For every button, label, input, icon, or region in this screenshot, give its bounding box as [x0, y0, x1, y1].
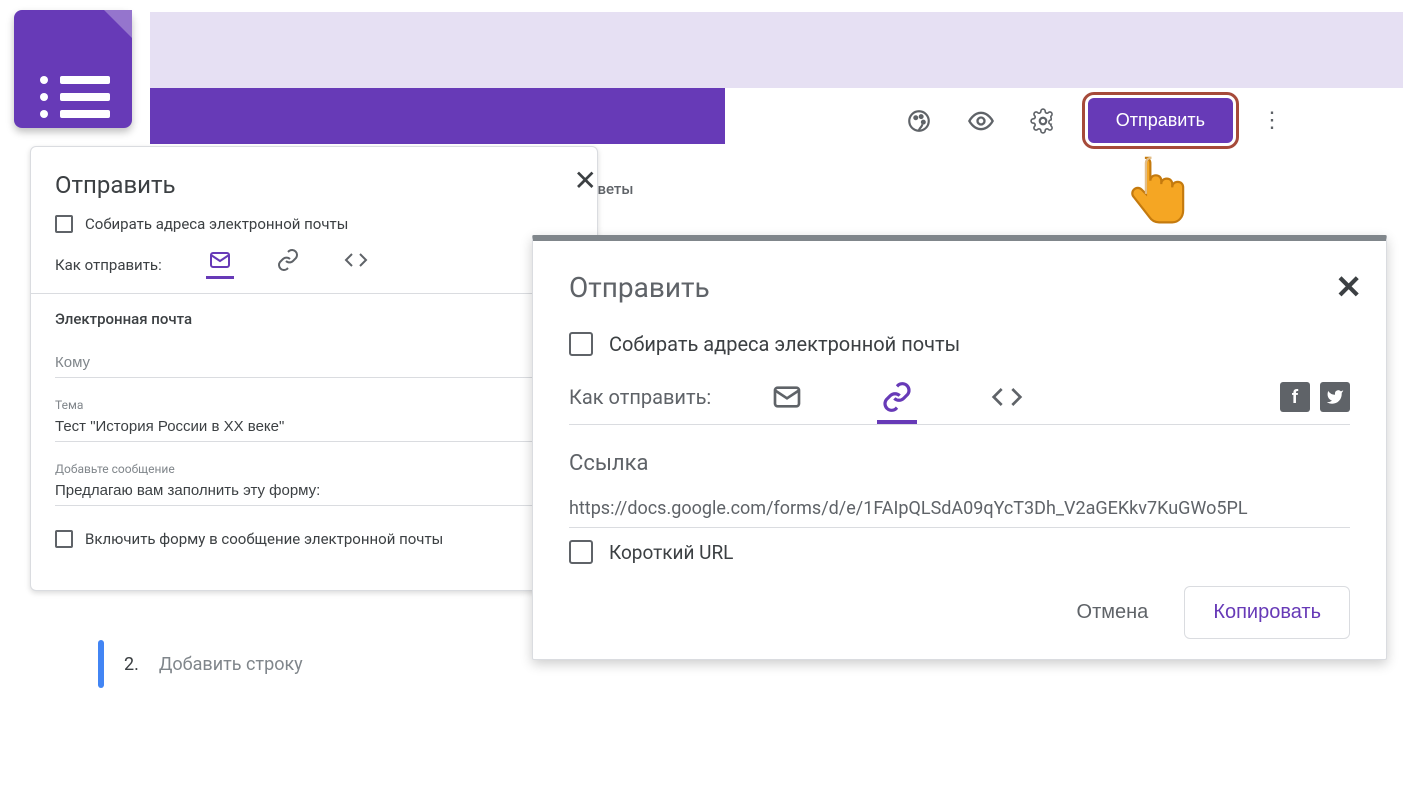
eye-icon[interactable]: [964, 104, 998, 138]
send-dialog-email: Отправить ✕ Собирать адреса электронной …: [30, 146, 598, 591]
short-url-checkbox[interactable]: [569, 540, 593, 564]
to-field[interactable]: [55, 350, 573, 378]
dialog-title: Отправить: [569, 271, 1350, 304]
form-header-bar: [150, 88, 725, 144]
instruction-step: 2. Добавить строку: [98, 640, 303, 688]
link-url-value[interactable]: https://docs.google.com/forms/d/e/1FAIpQ…: [569, 498, 1350, 528]
collect-emails-checkbox[interactable]: [569, 332, 593, 356]
message-label: Добавьте сообщение: [55, 462, 573, 476]
short-url-label: Короткий URL: [609, 541, 733, 564]
gear-icon[interactable]: [1026, 104, 1060, 138]
copy-button[interactable]: Копировать: [1184, 586, 1350, 639]
message-field[interactable]: [55, 478, 573, 506]
embed-icon[interactable]: [987, 384, 1027, 424]
twitter-icon[interactable]: [1320, 382, 1350, 412]
step-text: Добавить строку: [159, 654, 303, 675]
email-icon[interactable]: [767, 384, 807, 424]
collect-emails-checkbox[interactable]: [55, 215, 73, 233]
send-button[interactable]: Отправить: [1088, 98, 1233, 143]
google-forms-icon: [14, 10, 132, 128]
cancel-button[interactable]: Отмена: [1057, 589, 1169, 636]
email-section-title: Электронная почта: [31, 310, 597, 350]
top-toolbar: Отправить ⋮: [902, 98, 1283, 143]
palette-icon[interactable]: [902, 104, 936, 138]
subject-field[interactable]: [55, 414, 573, 442]
email-icon[interactable]: [206, 251, 234, 279]
link-icon[interactable]: [877, 384, 917, 424]
step-number: 2.: [124, 654, 139, 675]
collect-emails-label: Собирать адреса электронной почты: [609, 332, 960, 356]
dialog-title: Отправить: [31, 171, 597, 215]
more-vertical-icon[interactable]: ⋮: [1261, 108, 1283, 133]
link-icon[interactable]: [274, 251, 302, 279]
collect-emails-label: Собирать адреса электронной почты: [85, 215, 348, 233]
send-via-label: Как отправить:: [55, 256, 162, 274]
close-icon[interactable]: ✕: [1335, 271, 1362, 303]
embed-icon[interactable]: [342, 251, 370, 279]
subject-label: Тема: [55, 398, 573, 412]
link-section-title: Ссылка: [569, 451, 1350, 476]
step-marker: [98, 640, 104, 688]
include-form-label: Включить форму в сообщение электронной п…: [85, 530, 443, 548]
include-form-checkbox[interactable]: [55, 530, 73, 548]
send-via-label: Как отправить:: [569, 385, 711, 409]
close-icon[interactable]: ✕: [570, 163, 601, 199]
send-dialog-link: Отправить ✕ Собирать адреса электронной …: [532, 235, 1387, 660]
header-lavender-band: [150, 12, 1403, 88]
cursor-click-icon: [1123, 150, 1203, 250]
facebook-icon[interactable]: f: [1280, 382, 1310, 412]
